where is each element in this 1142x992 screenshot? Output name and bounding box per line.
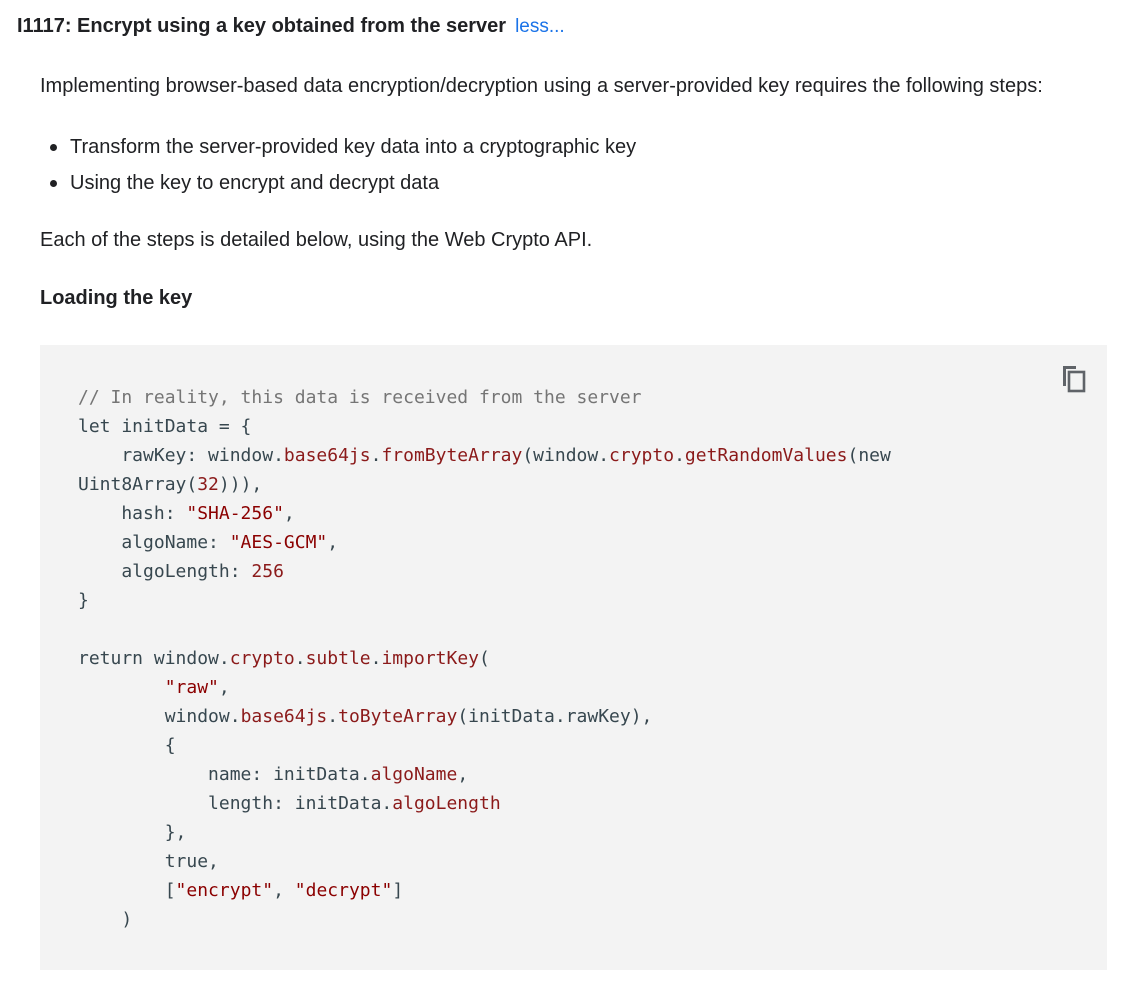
code-token: algoName:	[78, 532, 230, 553]
intro-paragraph: Implementing browser-based data encrypti…	[40, 75, 1043, 97]
code-token: toByteArray	[338, 706, 458, 727]
code-token: return window.	[78, 648, 230, 669]
code-token: ]	[392, 880, 404, 901]
code-token: algoLength:	[78, 561, 252, 582]
code-token: "raw"	[164, 677, 219, 698]
code-token: crypto	[609, 445, 675, 466]
code-block: // In reality, this data is received fro…	[40, 345, 1107, 970]
code-token: fromByteArray	[381, 445, 523, 466]
code-token: Uint8Array(	[78, 474, 198, 495]
copy-icon[interactable]	[1059, 363, 1087, 395]
code-token: "encrypt"	[175, 880, 274, 901]
code-token: base64js	[240, 706, 328, 727]
code-comment: // In reality, this data is received fro…	[78, 387, 642, 408]
code-token: ,	[327, 532, 339, 553]
code-token: true,	[78, 851, 219, 872]
code-token: },	[78, 822, 187, 843]
code-token: (initData.rawKey),	[457, 706, 653, 727]
code-content: // In reality, this data is received fro…	[78, 383, 891, 934]
code-token: (window.	[522, 445, 610, 466]
list-item: Using the key to encrypt and decrypt dat…	[49, 169, 636, 205]
code-token: rawKey: window.	[78, 445, 284, 466]
code-token: name: initData.	[78, 764, 371, 785]
code-token: 256	[251, 561, 284, 582]
code-token: algoName	[370, 764, 458, 785]
code-token: ))),	[218, 474, 263, 495]
steps-list: Transform the server-provided key data i…	[49, 133, 636, 205]
code-token: crypto	[229, 648, 295, 669]
code-token: ,	[457, 764, 469, 785]
code-token: window.	[78, 706, 241, 727]
code-token: let initData = {	[78, 416, 252, 437]
code-token: 32	[197, 474, 219, 495]
code-token: .	[370, 648, 382, 669]
less-link[interactable]: less...	[515, 16, 565, 38]
code-token: subtle	[305, 648, 371, 669]
code-token: .	[327, 706, 339, 727]
code-token: "SHA-256"	[186, 503, 284, 524]
code-token: (new	[847, 445, 891, 466]
issue-title: I1117: Encrypt using a key obtained from…	[17, 15, 507, 37]
code-token: ,	[218, 677, 230, 698]
code-token: length: initData.	[78, 793, 393, 814]
list-item: Transform the server-provided key data i…	[49, 133, 636, 169]
code-token: "decrypt"	[294, 880, 393, 901]
code-token: base64js	[283, 445, 371, 466]
code-token: "AES-GCM"	[229, 532, 328, 553]
section-heading: Loading the key	[40, 287, 193, 309]
steps-note: Each of the steps is detailed below, usi…	[40, 229, 593, 251]
code-token: [	[78, 880, 176, 901]
code-token: )	[78, 909, 133, 930]
code-token: importKey	[381, 648, 480, 669]
code-token: .	[370, 445, 382, 466]
code-token: hash:	[78, 503, 187, 524]
code-token: {	[78, 735, 176, 756]
code-token: .	[674, 445, 685, 466]
code-token: }	[78, 590, 89, 611]
code-token: (	[479, 648, 490, 669]
code-token: algoLength	[392, 793, 501, 814]
code-token: ,	[283, 503, 295, 524]
code-token: .	[294, 648, 306, 669]
issue-header: I1117: Encrypt using a key obtained from…	[17, 15, 565, 43]
code-token: ,	[273, 880, 295, 901]
code-token: getRandomValues	[684, 445, 848, 466]
